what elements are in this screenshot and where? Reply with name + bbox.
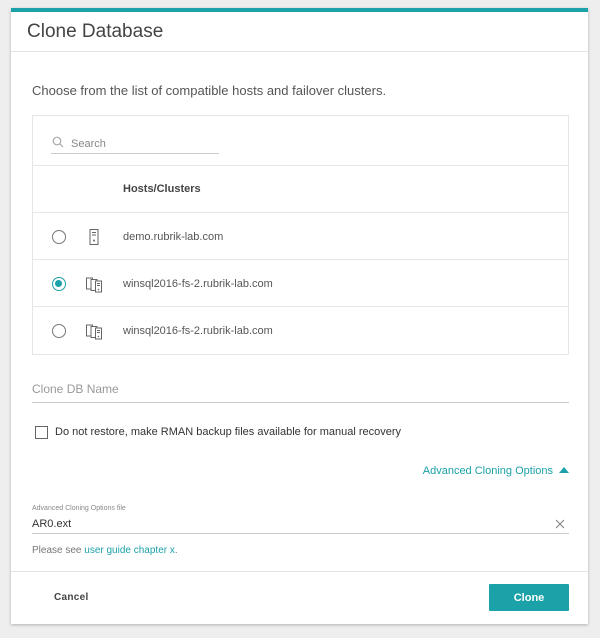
- clone-db-name-input[interactable]: [32, 378, 569, 400]
- hosts-table: Hosts/Clusters demo.rubrik-lab.com: [32, 115, 569, 355]
- help-hint: Please see user guide chapter x.: [32, 545, 178, 556]
- rman-checkbox-label[interactable]: Do not restore, make RMAN backup files a…: [55, 426, 401, 438]
- search-field: [51, 136, 219, 154]
- caret-up-icon[interactable]: [559, 467, 569, 473]
- cluster-icon: [86, 277, 102, 293]
- cluster-icon: [86, 324, 102, 340]
- clone-button[interactable]: Clone: [489, 584, 569, 611]
- host-radio-button[interactable]: [52, 324, 66, 338]
- advanced-options-file-value[interactable]: AR0.ext: [32, 518, 71, 530]
- advanced-options-toggle-label[interactable]: Advanced Cloning Options: [423, 465, 553, 477]
- dialog-title: Clone Database: [27, 21, 164, 42]
- host-radio-button[interactable]: [52, 277, 66, 291]
- dialog-header: Clone Database: [11, 12, 588, 52]
- hint-prefix: Please see: [32, 545, 85, 556]
- cancel-button[interactable]: Cancel: [54, 592, 89, 603]
- clone-database-dialog: Clone Database Choose from the list of c…: [11, 8, 588, 624]
- host-radio-button[interactable]: [52, 230, 66, 244]
- table-row[interactable]: winsql2016-fs-2.rubrik-lab.com: [33, 260, 568, 307]
- hint-suffix: .: [174, 545, 178, 556]
- table-row[interactable]: demo.rubrik-lab.com: [33, 213, 568, 260]
- host-name: winsql2016-fs-2.rubrik-lab.com: [123, 278, 273, 290]
- intro-text: Choose from the list of compatible hosts…: [32, 83, 387, 98]
- table-row[interactable]: winsql2016-fs-2.rubrik-lab.com: [33, 307, 568, 354]
- server-icon: [89, 229, 99, 245]
- advanced-options-file-field[interactable]: AR0.ext: [32, 516, 569, 534]
- dialog-footer: Cancel Clone: [11, 571, 588, 624]
- clone-db-name-field: [32, 378, 569, 403]
- host-name: winsql2016-fs-2.rubrik-lab.com: [123, 325, 273, 337]
- advanced-options-file-label: Advanced Cloning Options file: [32, 505, 126, 512]
- user-guide-link[interactable]: user guide chapter x: [84, 545, 175, 556]
- search-row: [33, 116, 568, 166]
- search-input[interactable]: [71, 136, 216, 152]
- table-header-row: Hosts/Clusters: [33, 166, 568, 213]
- column-header-hosts: Hosts/Clusters: [123, 183, 201, 195]
- advanced-options-toggle[interactable]: Advanced Cloning Options: [423, 465, 569, 477]
- clear-icon[interactable]: [555, 519, 565, 529]
- rman-checkbox[interactable]: [35, 426, 48, 439]
- search-icon: [52, 136, 64, 148]
- host-name: demo.rubrik-lab.com: [123, 231, 224, 243]
